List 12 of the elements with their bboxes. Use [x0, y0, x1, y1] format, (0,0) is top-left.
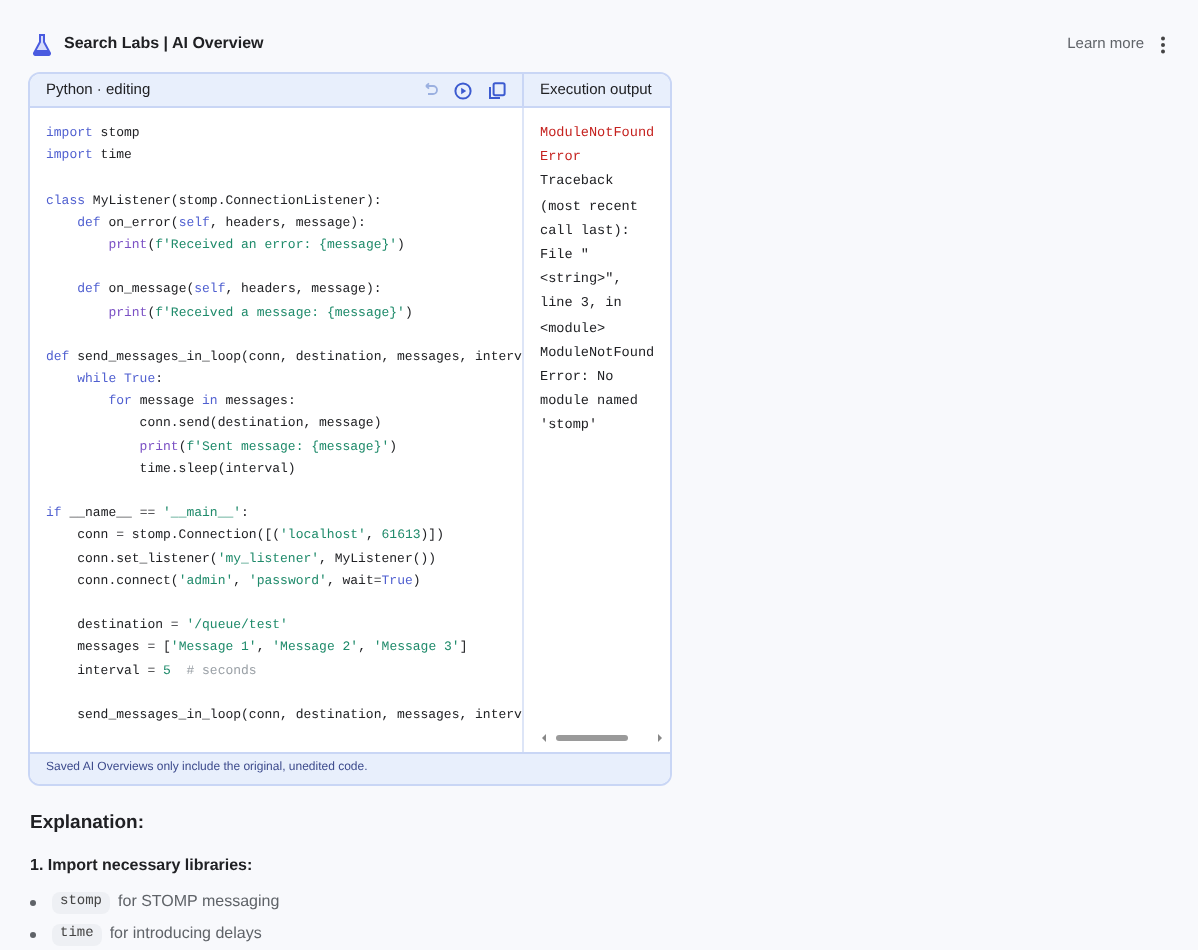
horizontal-scrollbar[interactable]: [540, 732, 664, 744]
explanation-heading: Explanation:: [30, 810, 145, 838]
bullet-text: for STOMP messaging: [118, 890, 280, 915]
bullet-icon: [30, 931, 36, 938]
copy-icon[interactable]: [488, 81, 506, 99]
run-icon[interactable]: [454, 81, 472, 99]
flask-icon: [32, 33, 52, 55]
step-heading: 1. Import necessary libraries:: [30, 854, 253, 879]
more-options-icon[interactable]: [1160, 35, 1166, 53]
bullet-icon: [30, 899, 36, 906]
bullet-text: for introducing delays: [109, 922, 262, 947]
header-title: Search Labs | AI Overview: [64, 32, 264, 56]
